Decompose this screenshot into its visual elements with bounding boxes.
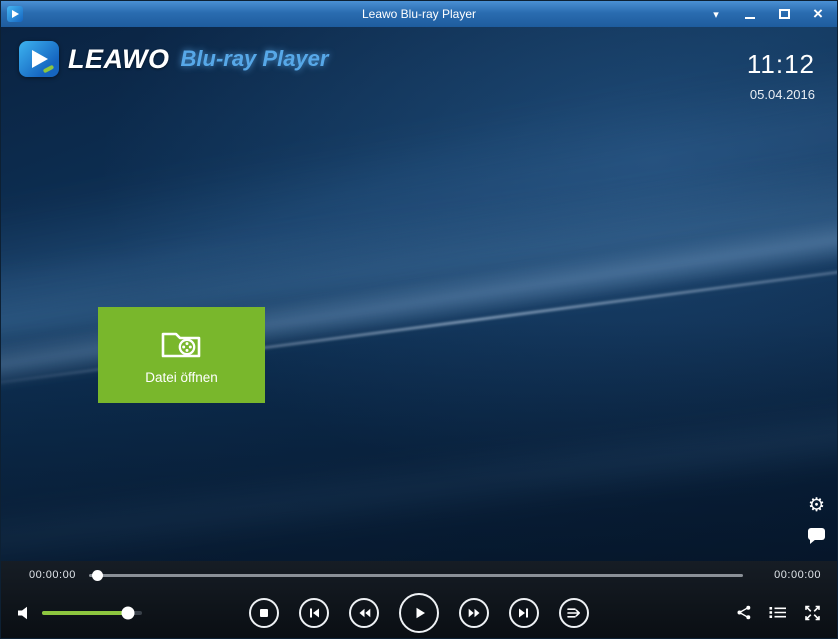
volume-slider[interactable] — [42, 611, 142, 615]
fullscreen-icon — [804, 604, 821, 621]
next-button[interactable] — [509, 598, 539, 628]
rewind-button[interactable] — [349, 598, 379, 628]
menu-button[interactable]: ▾ — [709, 6, 723, 22]
wallpaper — [1, 27, 837, 561]
control-bar: 00:00:00 00:00:00 — [1, 561, 837, 638]
speaker-icon[interactable] — [17, 606, 33, 620]
gear-icon: ⚙ — [808, 495, 825, 516]
forward-button[interactable] — [459, 598, 489, 628]
playlist-icon — [769, 606, 787, 620]
titlebar[interactable]: Leawo Blu-ray Player ▾ × — [1, 1, 837, 27]
stop-button[interactable] — [249, 598, 279, 628]
elapsed-time: 00:00:00 — [29, 569, 76, 581]
minimize-button[interactable] — [743, 6, 757, 22]
brand-product: Blu-ray Player — [181, 46, 329, 72]
settings-button[interactable]: ⚙ — [808, 496, 825, 515]
seek-bar[interactable] — [89, 574, 743, 577]
play-arrow-icon — [32, 50, 48, 68]
previous-button[interactable] — [299, 598, 329, 628]
open-file-label: Datei öffnen — [145, 370, 218, 385]
app-window: Leawo Blu-ray Player ▾ × — [0, 0, 838, 639]
skip-next-icon — [517, 606, 531, 620]
seek-handle[interactable] — [92, 570, 103, 581]
fast-rewind-icon — [357, 606, 372, 620]
maximize-button[interactable] — [777, 6, 791, 22]
remaining-time: 00:00:00 — [774, 569, 821, 581]
stop-icon — [257, 606, 271, 620]
play-order-icon — [566, 606, 582, 620]
feedback-button[interactable] — [808, 528, 825, 540]
minimize-icon — [745, 17, 755, 19]
leawo-logo-icon — [19, 41, 59, 77]
play-order-button[interactable] — [559, 598, 589, 628]
clock-time: 11:12 — [747, 49, 815, 80]
fast-forward-icon — [467, 606, 482, 620]
wallpaper-shade — [1, 27, 837, 561]
app-logo-icon — [7, 6, 23, 22]
close-button[interactable]: × — [811, 6, 825, 22]
playlist-button[interactable] — [769, 606, 787, 620]
share-button[interactable] — [736, 605, 752, 621]
window-title: Leawo Blu-ray Player — [362, 7, 476, 21]
maximize-icon — [779, 9, 790, 19]
skip-previous-icon — [307, 606, 321, 620]
brand-name: LEAWO — [68, 44, 170, 75]
clock-date: 05.04.2016 — [747, 87, 815, 102]
fullscreen-button[interactable] — [804, 604, 821, 621]
video-folder-icon — [159, 325, 205, 363]
share-icon — [736, 605, 752, 621]
chevron-down-icon: ▾ — [713, 8, 719, 21]
play-icon — [410, 604, 428, 622]
volume-handle[interactable] — [122, 606, 135, 619]
play-button[interactable] — [399, 593, 439, 633]
open-file-button[interactable]: Datei öffnen — [98, 307, 265, 403]
close-icon: × — [813, 7, 823, 21]
volume-fill — [42, 611, 128, 615]
brand-logo-group: LEAWO Blu-ray Player — [19, 41, 328, 77]
clock: 11:12 05.04.2016 — [747, 49, 815, 102]
